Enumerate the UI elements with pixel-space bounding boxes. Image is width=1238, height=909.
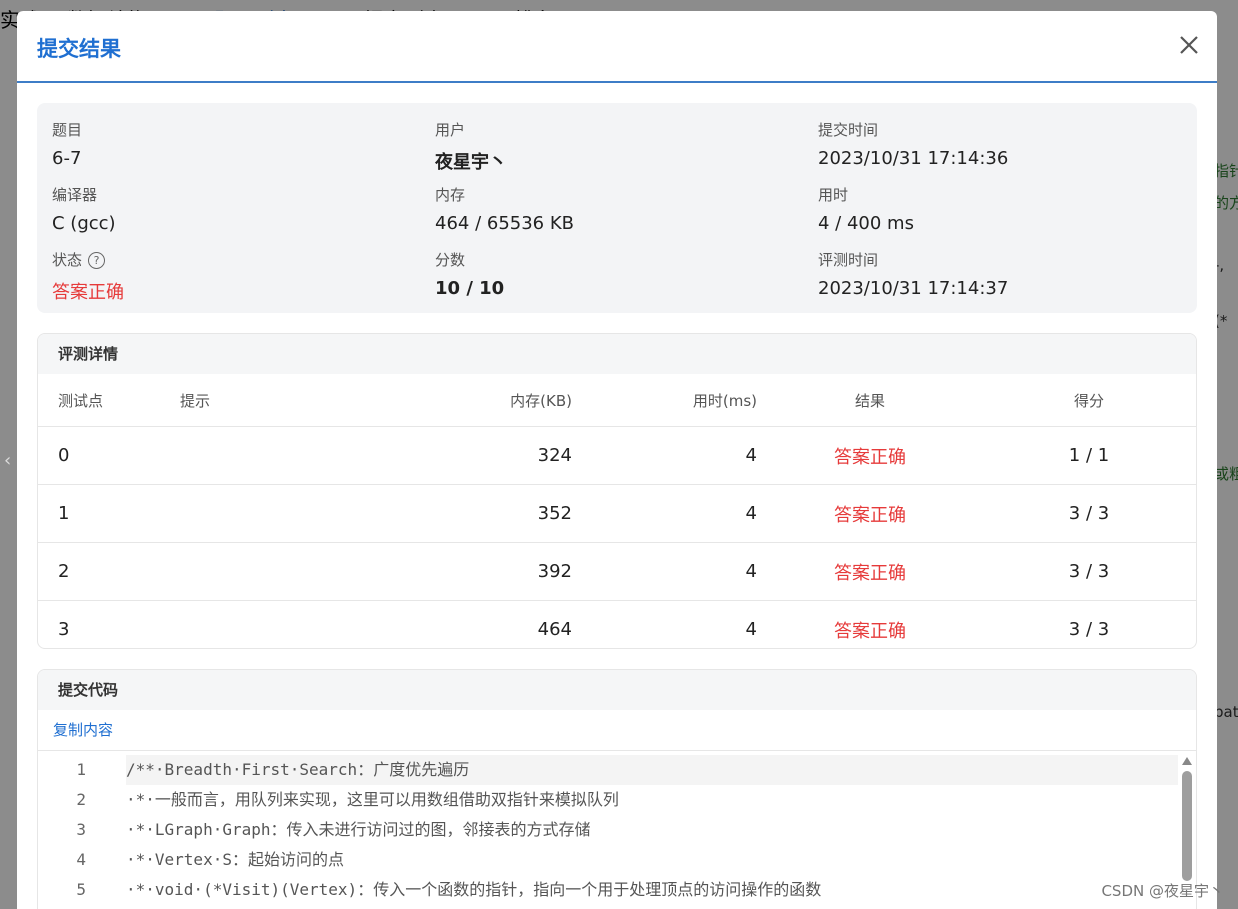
info-label: 编译器 — [52, 186, 98, 204]
section-title: 评测详情 — [38, 334, 1196, 374]
hint-cell — [179, 542, 381, 601]
code-text: ·*·Vertex·S：起始访问的点 — [126, 850, 344, 869]
code-line: 3 ·*·LGraph·Graph：传入未进行访问过的图，邻接表的方式存储 — [38, 815, 1178, 845]
line-number: 3 — [38, 815, 126, 845]
code-text: ·*·LGraph·Graph：传入未进行访问过的图，邻接表的方式存储 — [126, 820, 591, 839]
column-header: 内存(KB) — [381, 374, 573, 427]
score-cell: 3 / 3 — [1068, 619, 1110, 640]
judge-details-section: 评测详情 测试点 提示 内存(KB) 用时(ms) 结果 得分 0 324 4 — [37, 333, 1197, 649]
info-label: 题目 — [52, 121, 83, 139]
submission-info-card: 题目 6-7 用户 夜星宇丶 提交时间 2023/10/31 17:14:36 … — [37, 103, 1197, 313]
info-label: 评测时间 — [818, 251, 879, 269]
hint-cell — [179, 601, 381, 649]
time-cell: 4 — [745, 619, 757, 640]
line-number: 5 — [38, 875, 126, 905]
hint-cell — [179, 484, 381, 543]
status-badge: 答案正确 — [52, 282, 124, 303]
column-header: 得分 — [982, 374, 1196, 427]
code-line: 1/**·Breadth·First·Search：广度优先遍历 — [38, 755, 1178, 785]
table-row: 3 464 4 答案正确 3 / 3 — [38, 601, 1196, 649]
info-label: 用时 — [818, 186, 849, 204]
time-cell: 4 — [573, 542, 758, 601]
table-header-row: 测试点 提示 内存(KB) 用时(ms) 结果 得分 — [38, 374, 1196, 427]
copy-code-button[interactable]: 复制内容 — [38, 710, 1196, 751]
result-cell: 答案正确 — [758, 484, 982, 543]
info-submit-time: 提交时间 2023/10/31 17:14:36 — [818, 119, 1008, 169]
info-user: 用户 夜星宇丶 — [435, 119, 507, 174]
judge-details-table: 测试点 提示 内存(KB) 用时(ms) 结果 得分 0 324 4 答案正确 … — [38, 374, 1196, 649]
code-line: 2 ·*·一般而言，用队列来实现，这里可以用数组借助双指针来模拟队列 — [38, 785, 1178, 815]
submitted-code-section: 提交代码 复制内容 1/**·Breadth·First·Search：广度优先… — [37, 669, 1197, 909]
info-value: 464 / 65536 KB — [435, 213, 574, 234]
chevron-left-icon: ‹ — [4, 450, 12, 471]
case-cell: 3 — [58, 619, 70, 640]
time-cell: 4 — [573, 426, 758, 485]
close-button[interactable] — [1173, 29, 1205, 61]
table-row: 2 392 4 答案正确 3 / 3 — [38, 542, 1196, 601]
info-label: 用户 — [435, 121, 466, 139]
info-label: 内存 — [435, 186, 466, 204]
memory-cell: 464 — [537, 619, 572, 640]
info-problem: 题目 6-7 — [52, 119, 82, 169]
case-cell: 0 — [38, 426, 179, 485]
section-title: 提交代码 — [38, 670, 1196, 710]
info-value: 2023/10/31 17:14:37 — [818, 278, 1009, 299]
info-value: C (gcc) — [52, 213, 116, 234]
info-status: 状态? 答案正确 — [52, 249, 124, 304]
submission-result-dialog: 提交结果 题目 6-7 用户 夜星宇丶 提交时间 2023/10/31 17:1… — [17, 11, 1217, 909]
score-cell: 3 / 3 — [982, 484, 1196, 543]
column-header: 结果 — [758, 374, 982, 427]
help-icon[interactable]: ? — [88, 252, 106, 269]
code-text: ·*·一般而言，用队列来实现，这里可以用数组借助双指针来模拟队列 — [126, 790, 619, 809]
hint-cell — [179, 426, 381, 485]
result-cell: 答案正确 — [758, 542, 982, 601]
dialog-header: 提交结果 — [17, 11, 1217, 83]
scroll-up-icon[interactable] — [1182, 757, 1192, 765]
score-cell: 3 / 3 — [982, 542, 1196, 601]
memory-cell: 352 — [381, 484, 573, 543]
line-number: 4 — [38, 845, 126, 875]
info-memory: 内存 464 / 65536 KB — [435, 184, 574, 234]
info-compiler: 编译器 C (gcc) — [52, 184, 116, 234]
user-name: 夜星宇丶 — [435, 152, 507, 173]
table-row: 0 324 4 答案正确 1 / 1 — [38, 426, 1196, 485]
status-label-row: 状态? — [52, 249, 124, 270]
watermark: CSDN @夜星宇丶 — [1101, 882, 1224, 900]
info-label: 提交时间 — [818, 121, 879, 139]
code-line: 4 ·*·Vertex·S：起始访问的点 — [38, 845, 1178, 875]
info-time: 用时 4 / 400 ms — [818, 184, 914, 234]
info-judge-time: 评测时间 2023/10/31 17:14:37 — [818, 249, 1008, 299]
result-cell: 答案正确 — [758, 426, 982, 485]
table-row: 1 352 4 答案正确 3 / 3 — [38, 484, 1196, 543]
dialog-title: 提交结果 — [37, 37, 121, 61]
code-editor[interactable]: 1/**·Breadth·First·Search：广度优先遍历 2 ·*·一般而… — [38, 751, 1196, 909]
memory-cell: 324 — [381, 426, 573, 485]
code-text: /**·Breadth·First·Search：广度优先遍历 — [126, 760, 470, 779]
score-value: 10 / 10 — [435, 278, 505, 299]
info-score: 分数 10 / 10 — [435, 249, 504, 299]
column-header: 用时(ms) — [573, 374, 758, 427]
info-value: 6-7 — [52, 148, 82, 169]
result-cell: 答案正确 — [834, 620, 906, 642]
column-header: 提示 — [179, 374, 381, 427]
scrollbar-thumb[interactable] — [1182, 771, 1192, 881]
info-label: 状态 — [52, 251, 83, 269]
score-cell: 1 / 1 — [982, 426, 1196, 485]
time-cell: 4 — [573, 484, 758, 543]
column-header: 测试点 — [38, 374, 179, 427]
line-number: 2 — [38, 785, 126, 815]
line-number: 1 — [38, 755, 126, 785]
code-line: 5 ·*·void·(*Visit)(Vertex)：传入一个函数的指针，指向一个… — [38, 875, 1178, 905]
close-icon — [1180, 36, 1198, 54]
info-label: 分数 — [435, 251, 466, 269]
case-cell: 1 — [38, 484, 179, 543]
code-text: ·*·void·(*Visit)(Vertex)：传入一个函数的指针，指向一个用… — [126, 880, 822, 899]
memory-cell: 392 — [381, 542, 573, 601]
case-cell: 2 — [38, 542, 179, 601]
info-value: 4 / 400 ms — [818, 213, 914, 234]
info-value: 2023/10/31 17:14:36 — [818, 148, 1009, 169]
